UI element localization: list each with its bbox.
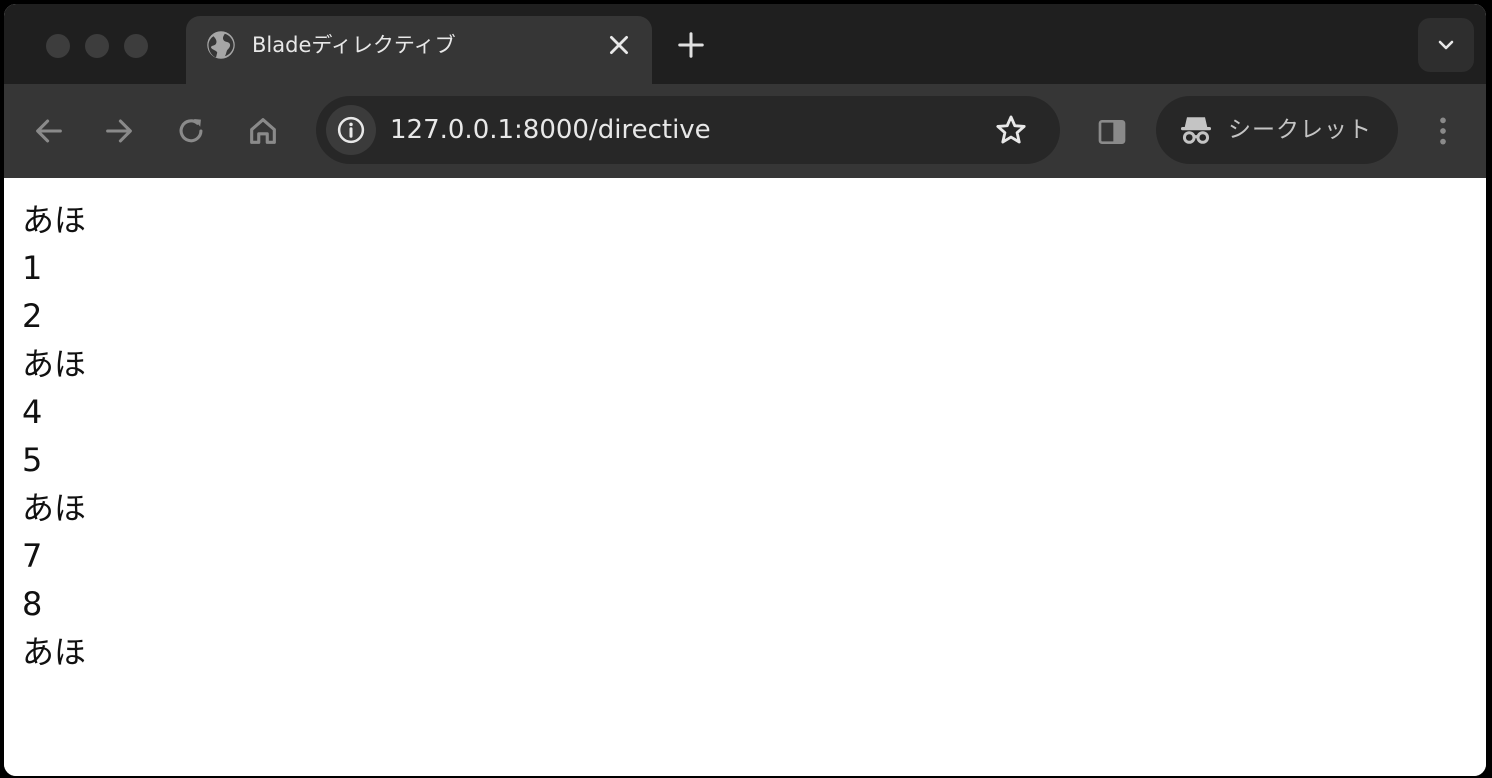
bookmark-star-icon[interactable] [994,113,1028,147]
content-list: あほ 1 2 あほ 4 5 あほ 7 8 あほ [22,198,86,678]
zoom-window-button[interactable] [124,34,148,58]
url-text[interactable]: 127.0.0.1:8000/directive [390,114,711,146]
content-line: あほ [22,633,87,671]
info-icon [337,116,365,144]
reload-icon[interactable] [174,114,208,148]
content-line: 7 [22,537,43,575]
incognito-indicator[interactable]: シークレット [1156,96,1398,164]
globe-icon [207,31,235,59]
address-bar[interactable]: 127.0.0.1:8000/directive [316,96,1060,164]
incognito-icon [1181,117,1211,144]
close-icon[interactable] [606,32,632,58]
content-line: 5 [22,441,43,479]
incognito-label: シークレット [1228,117,1372,143]
content-line: 4 [22,393,43,431]
close-window-button[interactable] [46,34,70,58]
content-line: あほ [22,489,87,527]
content-line: 8 [22,585,43,623]
content-line: あほ [22,201,87,239]
tab-strip: Bladeディレクティブ [4,4,1486,86]
site-info-button[interactable] [326,105,376,155]
content-line: 2 [22,297,43,335]
page-content: あほ 1 2 あほ 4 5 あほ 7 8 あほ [4,178,1486,776]
content-line: あほ [22,345,87,383]
new-tab-button[interactable] [676,30,706,60]
menu-icon[interactable] [1426,114,1460,148]
content-line: 1 [22,249,43,287]
browser-window: Bladeディレクティブ 127.0.0.1:8000/directive シー… [4,4,1486,776]
minimize-window-button[interactable] [85,34,109,58]
tab-search-button[interactable] [1418,18,1474,72]
home-icon[interactable] [246,114,280,148]
side-panel-icon[interactable] [1096,116,1128,148]
forward-icon[interactable] [102,114,136,148]
tab-active[interactable]: Bladeディレクティブ [186,16,652,86]
tab-title: Bladeディレクティブ [252,33,456,57]
toolbar: 127.0.0.1:8000/directive シークレット [4,84,1486,178]
chevron-down-icon [1438,40,1454,50]
back-icon[interactable] [32,114,66,148]
